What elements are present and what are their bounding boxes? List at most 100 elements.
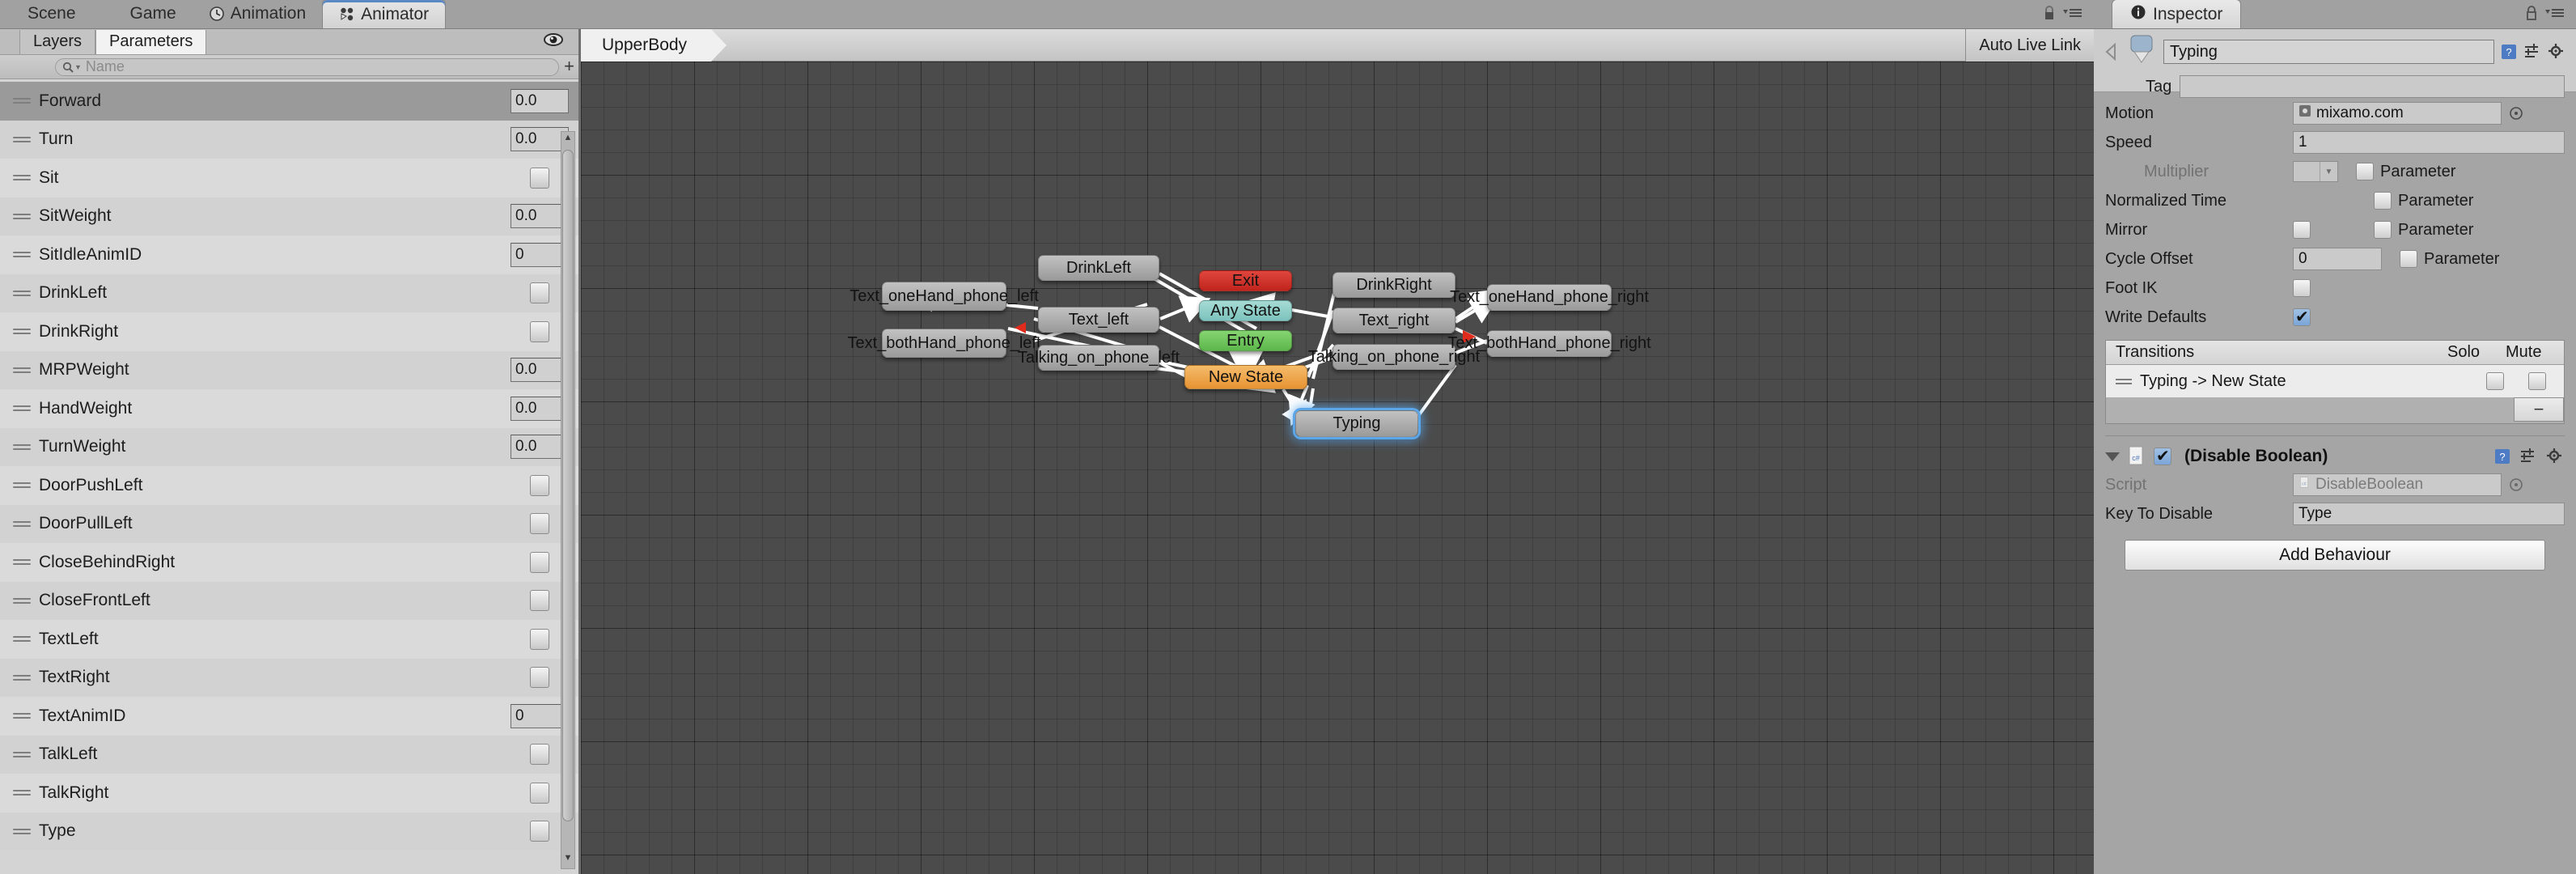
drag-handle-icon[interactable] [13,442,31,452]
parameter-row[interactable]: TextRight [0,658,578,697]
eye-icon[interactable] [543,32,564,51]
state-node-any_state[interactable]: Any State [1199,300,1292,321]
state-node-typing[interactable]: Typing [1295,410,1418,437]
behaviour-enabled-checkbox[interactable] [2154,446,2171,466]
parameter-row[interactable]: MRPWeight 0.0 [0,350,578,389]
parameter-list-scrollbar[interactable]: ▲ ▼ [561,131,575,869]
drag-handle-icon[interactable] [13,95,31,106]
cycle-offset-parameter-checkbox[interactable] [2400,250,2417,268]
parameter-bool-toggle[interactable] [530,282,549,304]
drag-handle-icon[interactable] [13,519,31,529]
parameter-list[interactable]: Forward 0.0 Turn 0.0 Sit SitWeight 0.0 SitIdleA… [0,79,578,874]
mirror-parameter-checkbox[interactable] [2374,221,2392,239]
tab-animation[interactable]: Animation [193,0,322,28]
state-node-talking_on_phone_right[interactable]: Talking_on_phone_right [1308,344,1480,370]
drag-handle-icon[interactable] [13,172,31,183]
tab-animator[interactable]: Animator [322,0,447,28]
drag-handle-icon[interactable] [13,249,31,260]
key-to-disable-field[interactable]: Type [2293,503,2565,525]
state-name-field[interactable]: Typing [2163,40,2494,64]
parameter-row[interactable]: DoorPullLeft [0,504,578,543]
foot-ik-checkbox[interactable] [2293,279,2311,297]
drag-handle-icon[interactable] [13,326,31,337]
drag-handle-icon[interactable] [13,749,31,760]
add-behaviour-button[interactable]: Add Behaviour [2125,540,2545,571]
parameter-row[interactable]: DrinkLeft [0,274,578,312]
back-arrow-icon[interactable] [2104,41,2121,62]
parameter-row[interactable]: TalkLeft [0,735,578,774]
drag-handle-icon[interactable] [13,403,31,414]
drag-handle-icon[interactable] [13,596,31,606]
transition-solo-checkbox[interactable] [2486,372,2504,390]
breadcrumb-upperbody[interactable]: UpperBody [581,28,727,62]
parameter-row[interactable]: CloseBehindRight [0,543,578,582]
lock-icon[interactable] [2042,5,2057,21]
parameter-row[interactable]: Type [0,812,578,851]
parameter-bool-toggle[interactable] [530,667,549,689]
parameter-row[interactable]: DrinkRight [0,312,578,351]
gear-icon[interactable] [2547,43,2566,61]
preset-icon[interactable] [2519,448,2537,465]
state-node-text_bothhand_phone_right[interactable]: Text_bothHand_phone_right [1447,330,1651,357]
drag-handle-icon[interactable] [13,211,31,222]
search-input[interactable]: ▼ Name [55,57,559,76]
drag-handle-icon[interactable] [13,826,31,837]
drag-handle-icon[interactable] [2116,376,2132,387]
drag-handle-icon[interactable] [13,288,31,299]
drag-handle-icon[interactable] [13,480,31,490]
preset-icon[interactable] [2523,43,2541,61]
drag-handle-icon[interactable] [13,711,31,721]
parameter-bool-toggle[interactable] [530,551,549,573]
parameter-row[interactable]: TextLeft [0,620,578,659]
parameter-row[interactable]: DoorPushLeft [0,466,578,505]
parameter-bool-toggle[interactable] [530,167,549,189]
help-book-icon[interactable]: ? [2493,448,2511,465]
parameter-row[interactable]: SitWeight 0.0 [0,197,578,235]
tab-scene[interactable]: Scene [11,0,92,28]
state-node-text_left[interactable]: Text_left [1038,307,1159,333]
parameter-row[interactable]: SitIdleAnimID 0 [0,235,578,274]
parameter-bool-toggle[interactable] [530,590,549,612]
gear-icon[interactable] [2545,448,2565,465]
parameter-bool-toggle[interactable] [530,474,549,496]
tab-parameters[interactable]: Parameters [95,30,207,54]
state-node-exit[interactable]: Exit [1199,270,1292,291]
drag-handle-icon[interactable] [13,365,31,375]
table-row[interactable]: Typing -> New State [2106,365,2564,397]
tag-field[interactable] [2180,75,2565,98]
cycle-offset-field[interactable]: 0 [2293,248,2382,270]
help-book-icon[interactable]: ? [2500,43,2518,61]
hamburger-menu-icon[interactable] [2545,7,2565,19]
remove-transition-button[interactable]: − [2514,397,2564,422]
parameter-bool-toggle[interactable] [530,782,549,804]
write-defaults-checkbox[interactable] [2293,307,2311,327]
multiplier-dropdown[interactable]: ▼ [2293,161,2338,182]
state-node-text_onehand_phone_left[interactable]: Text_oneHand_phone_left [849,282,1039,311]
state-machine-canvas[interactable]: Text_oneHand_phone_left Text_bothHand_pho… [581,62,2094,874]
state-node-text_onehand_phone_right[interactable]: Text_oneHand_phone_right [1450,284,1649,311]
multiplier-parameter-checkbox[interactable] [2356,163,2374,180]
parameter-value-field[interactable]: 0.0 [511,88,569,113]
drag-handle-icon[interactable] [13,634,31,644]
tab-game[interactable]: Game [92,0,193,28]
parameter-row[interactable]: Forward 0.0 [0,82,578,121]
parameter-bool-toggle[interactable] [530,744,549,766]
tab-inspector[interactable]: Inspector [2112,0,2242,28]
state-node-talking_on_phone_left[interactable]: Talking_on_phone_left [1018,345,1180,371]
drag-handle-icon[interactable] [13,787,31,798]
hamburger-menu-icon[interactable] [2063,7,2082,19]
scrollbar-thumb[interactable] [562,150,574,821]
parameter-row[interactable]: TextAnimID 0 [0,697,578,736]
mirror-checkbox[interactable] [2293,221,2311,239]
state-node-drinkleft[interactable]: DrinkLeft [1038,255,1159,281]
chevron-down-icon[interactable] [2105,452,2120,461]
parameter-bool-toggle[interactable] [530,628,549,650]
parameter-row[interactable]: Sit [0,159,578,197]
object-picker-icon[interactable] [2508,105,2524,121]
drag-handle-icon[interactable] [13,134,31,145]
parameter-row[interactable]: CloseFrontLeft [0,581,578,620]
scroll-down-arrow[interactable]: ▼ [561,853,574,868]
state-node-entry[interactable]: Entry [1199,330,1292,351]
normalized-time-parameter-checkbox[interactable] [2374,192,2392,210]
lock-icon[interactable] [2524,5,2539,21]
